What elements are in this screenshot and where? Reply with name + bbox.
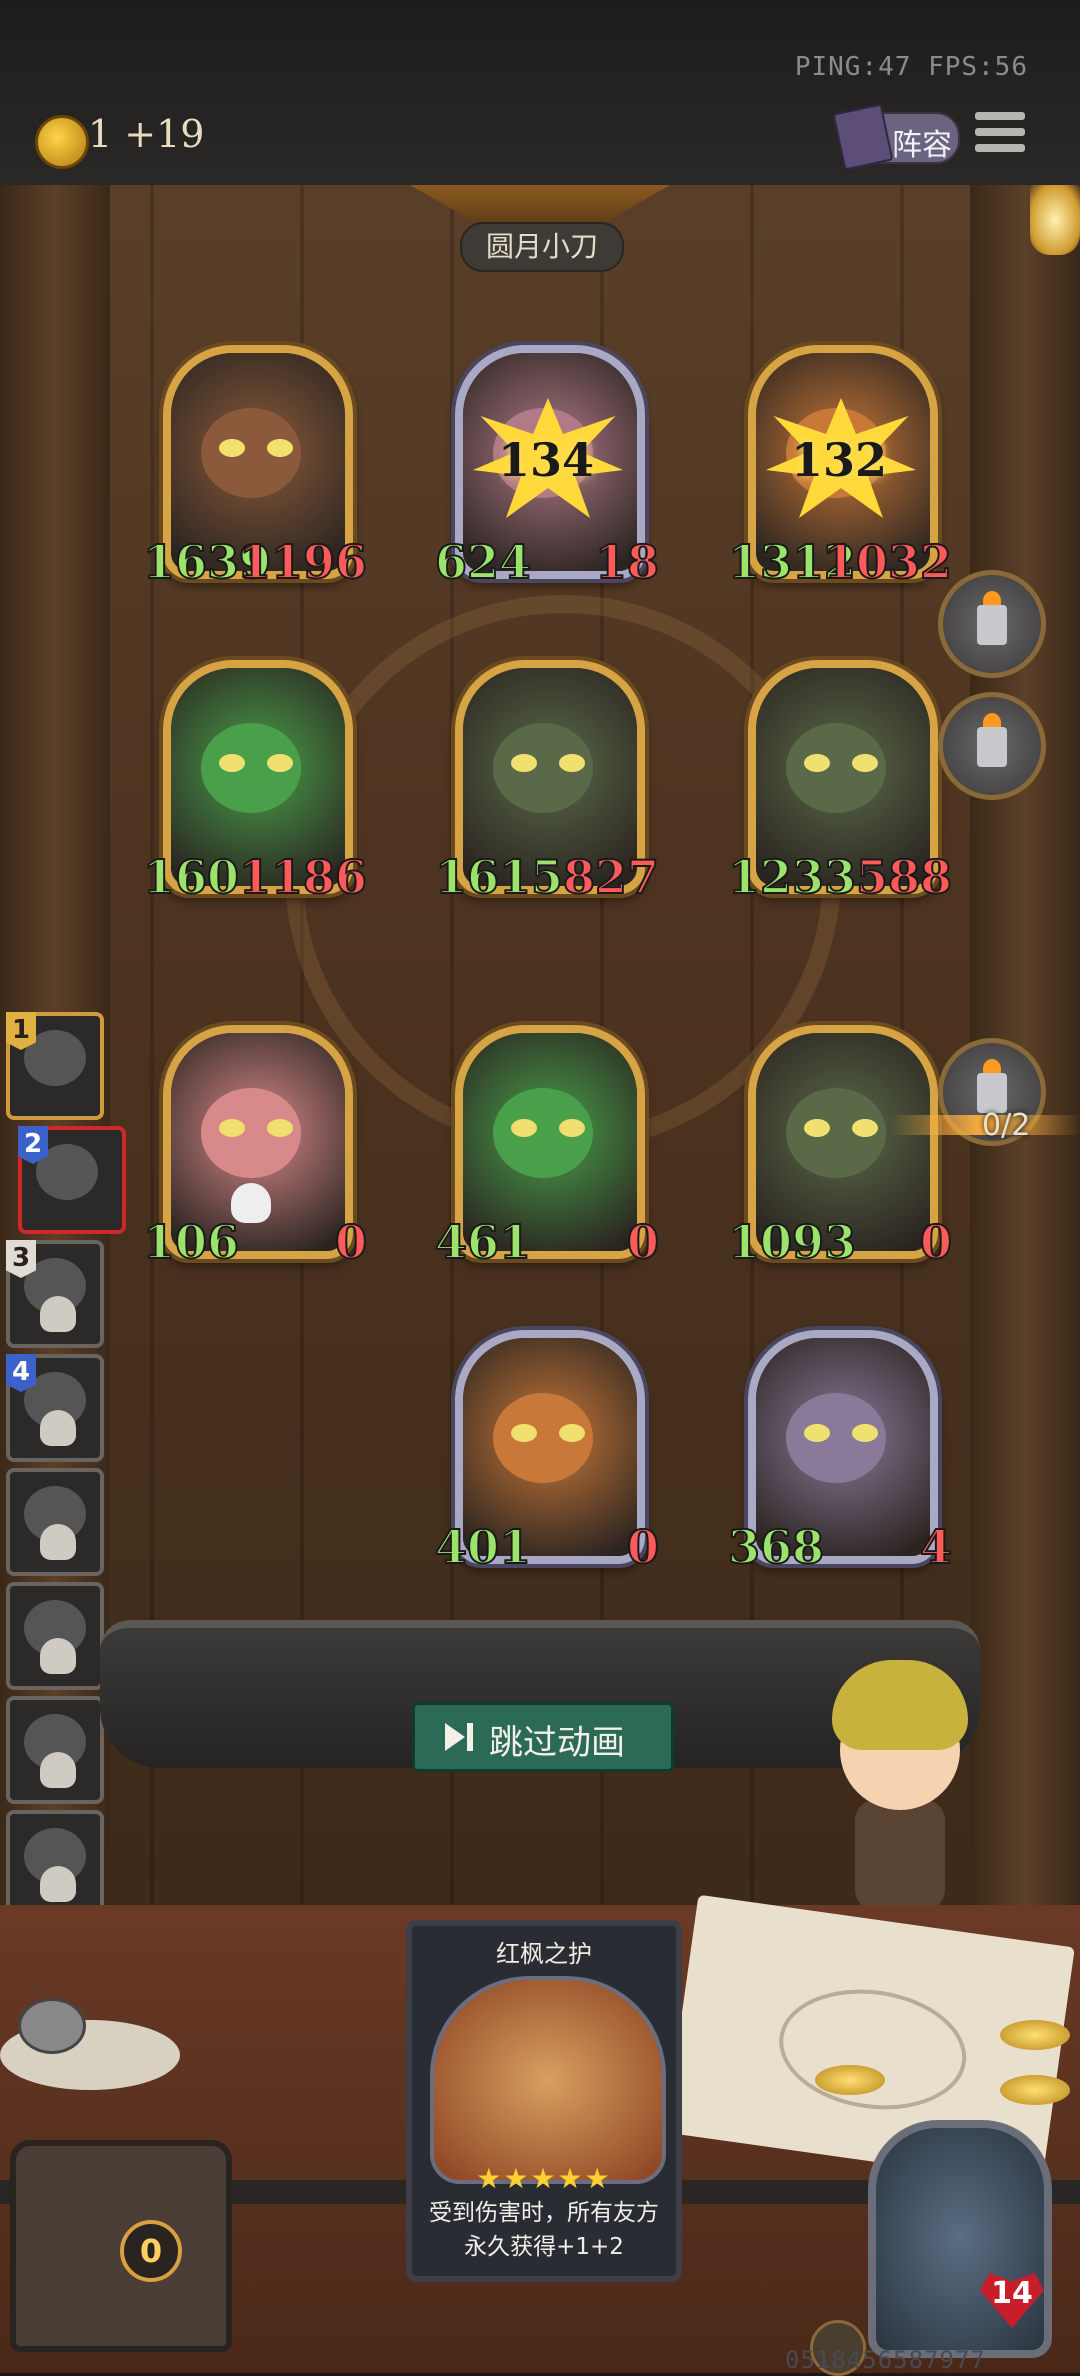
queue-item[interactable] — [6, 1468, 104, 1576]
skull-icon — [40, 1296, 76, 1332]
health-value: 1032 — [823, 534, 953, 590]
minion-card[interactable]: 368 4 — [727, 1330, 953, 1575]
skull-icon — [40, 1638, 76, 1674]
minion-card[interactable]: 1093 0 — [727, 1025, 953, 1270]
skip-label: 跳过动画 — [489, 1723, 625, 1763]
featured-card-description: 受到伤害时，所有友方永久获得+1+2 — [429, 2200, 659, 2260]
minion-card[interactable]: 134 624 18 — [434, 345, 660, 590]
minion-card[interactable]: 461 0 — [434, 1025, 660, 1270]
attack-value: 1093 — [727, 1214, 857, 1270]
gold-amount: 1 +19 — [88, 112, 205, 156]
health-value: 588 — [855, 849, 953, 905]
queue-number: 3 — [6, 1240, 36, 1278]
menu-icon[interactable] — [975, 112, 1025, 158]
opponent-name: 圆月小刀 — [460, 222, 624, 272]
coin-icon — [815, 2065, 885, 2095]
health-value: 0 — [919, 1214, 953, 1270]
minion-card[interactable]: 132 1312 1032 — [727, 345, 953, 590]
minion-card[interactable]: 1639 1196 — [142, 345, 368, 590]
minion-card[interactable]: 401 0 — [434, 1330, 660, 1575]
chat-icon[interactable] — [18, 1998, 86, 2054]
attack-value: 1615 — [434, 849, 564, 905]
queue-number: 4 — [6, 1354, 36, 1392]
health-value: 4 — [919, 1519, 953, 1575]
health-value: 1186 — [238, 849, 368, 905]
lineup-button[interactable]: 阵容 — [832, 103, 960, 171]
attack-value: 106 — [142, 1214, 240, 1270]
queue-item[interactable]: 4 — [6, 1354, 104, 1462]
star-rating: ★★★★★ — [476, 2162, 612, 2195]
skull-icon — [40, 1410, 76, 1446]
skip-icon — [445, 1723, 465, 1751]
minion-card[interactable]: 1233 588 — [727, 660, 953, 905]
health-value: 0 — [334, 1214, 368, 1270]
queue-item[interactable] — [6, 1810, 104, 1918]
health-value: 1196 — [238, 534, 368, 590]
health-value: 18 — [594, 534, 660, 590]
serial-number: 0518456587977 — [785, 2346, 986, 2374]
skip-animation-button[interactable]: 跳过动画 — [412, 1702, 674, 1772]
lamp-icon — [1030, 185, 1080, 255]
top-bar: PING:47 FPS:56 1 +19 阵容 — [0, 0, 1080, 185]
queue-item[interactable]: 3 — [6, 1240, 104, 1348]
lighter-token-icon[interactable] — [938, 570, 1046, 678]
attack-value: 368 — [727, 1519, 825, 1575]
attack-value: 401 — [434, 1519, 532, 1575]
hero-portrait[interactable] — [868, 2120, 1052, 2358]
damage-number: 134 — [498, 433, 595, 487]
queue-item[interactable] — [6, 1696, 104, 1804]
lineup-label: 阵容 — [892, 128, 952, 163]
featured-card-art — [430, 1976, 666, 2184]
skull-icon — [40, 1866, 76, 1902]
token-counter: 0/2 — [982, 1108, 1031, 1143]
coin-icon — [1000, 2020, 1070, 2050]
damage-number: 132 — [791, 433, 888, 487]
queue-item[interactable] — [6, 1582, 104, 1690]
coin-icon — [1000, 2075, 1070, 2105]
network-stats: PING:47 FPS:56 — [794, 52, 1028, 82]
queue-item[interactable]: 2 — [18, 1126, 126, 1234]
chest-count: 0 — [120, 2220, 182, 2282]
health-value: 827 — [562, 849, 660, 905]
health-value: 0 — [626, 1214, 660, 1270]
minion-card[interactable]: 1601 1186 — [142, 660, 368, 905]
minion-card[interactable]: 106 0 — [142, 1025, 368, 1270]
minion-card[interactable]: 1615 827 — [434, 660, 660, 905]
book-icon — [832, 103, 894, 171]
health-value: 0 — [626, 1519, 660, 1575]
skull-icon — [40, 1524, 76, 1560]
lighter-token-icon[interactable] — [938, 692, 1046, 800]
attack-value: 624 — [434, 534, 532, 590]
featured-card[interactable]: 红枫之护 ★★★★★ 受到伤害时，所有友方永久获得+1+2 — [406, 1920, 682, 2282]
gold-coin-icon — [35, 115, 89, 169]
queue-number: 2 — [18, 1126, 48, 1164]
featured-card-title: 红枫之护 — [496, 1940, 592, 1968]
attack-value: 1233 — [727, 849, 857, 905]
attack-value: 461 — [434, 1214, 532, 1270]
queue-number: 1 — [6, 1012, 36, 1050]
queue-item[interactable]: 1 — [6, 1012, 104, 1120]
skull-icon — [40, 1752, 76, 1788]
